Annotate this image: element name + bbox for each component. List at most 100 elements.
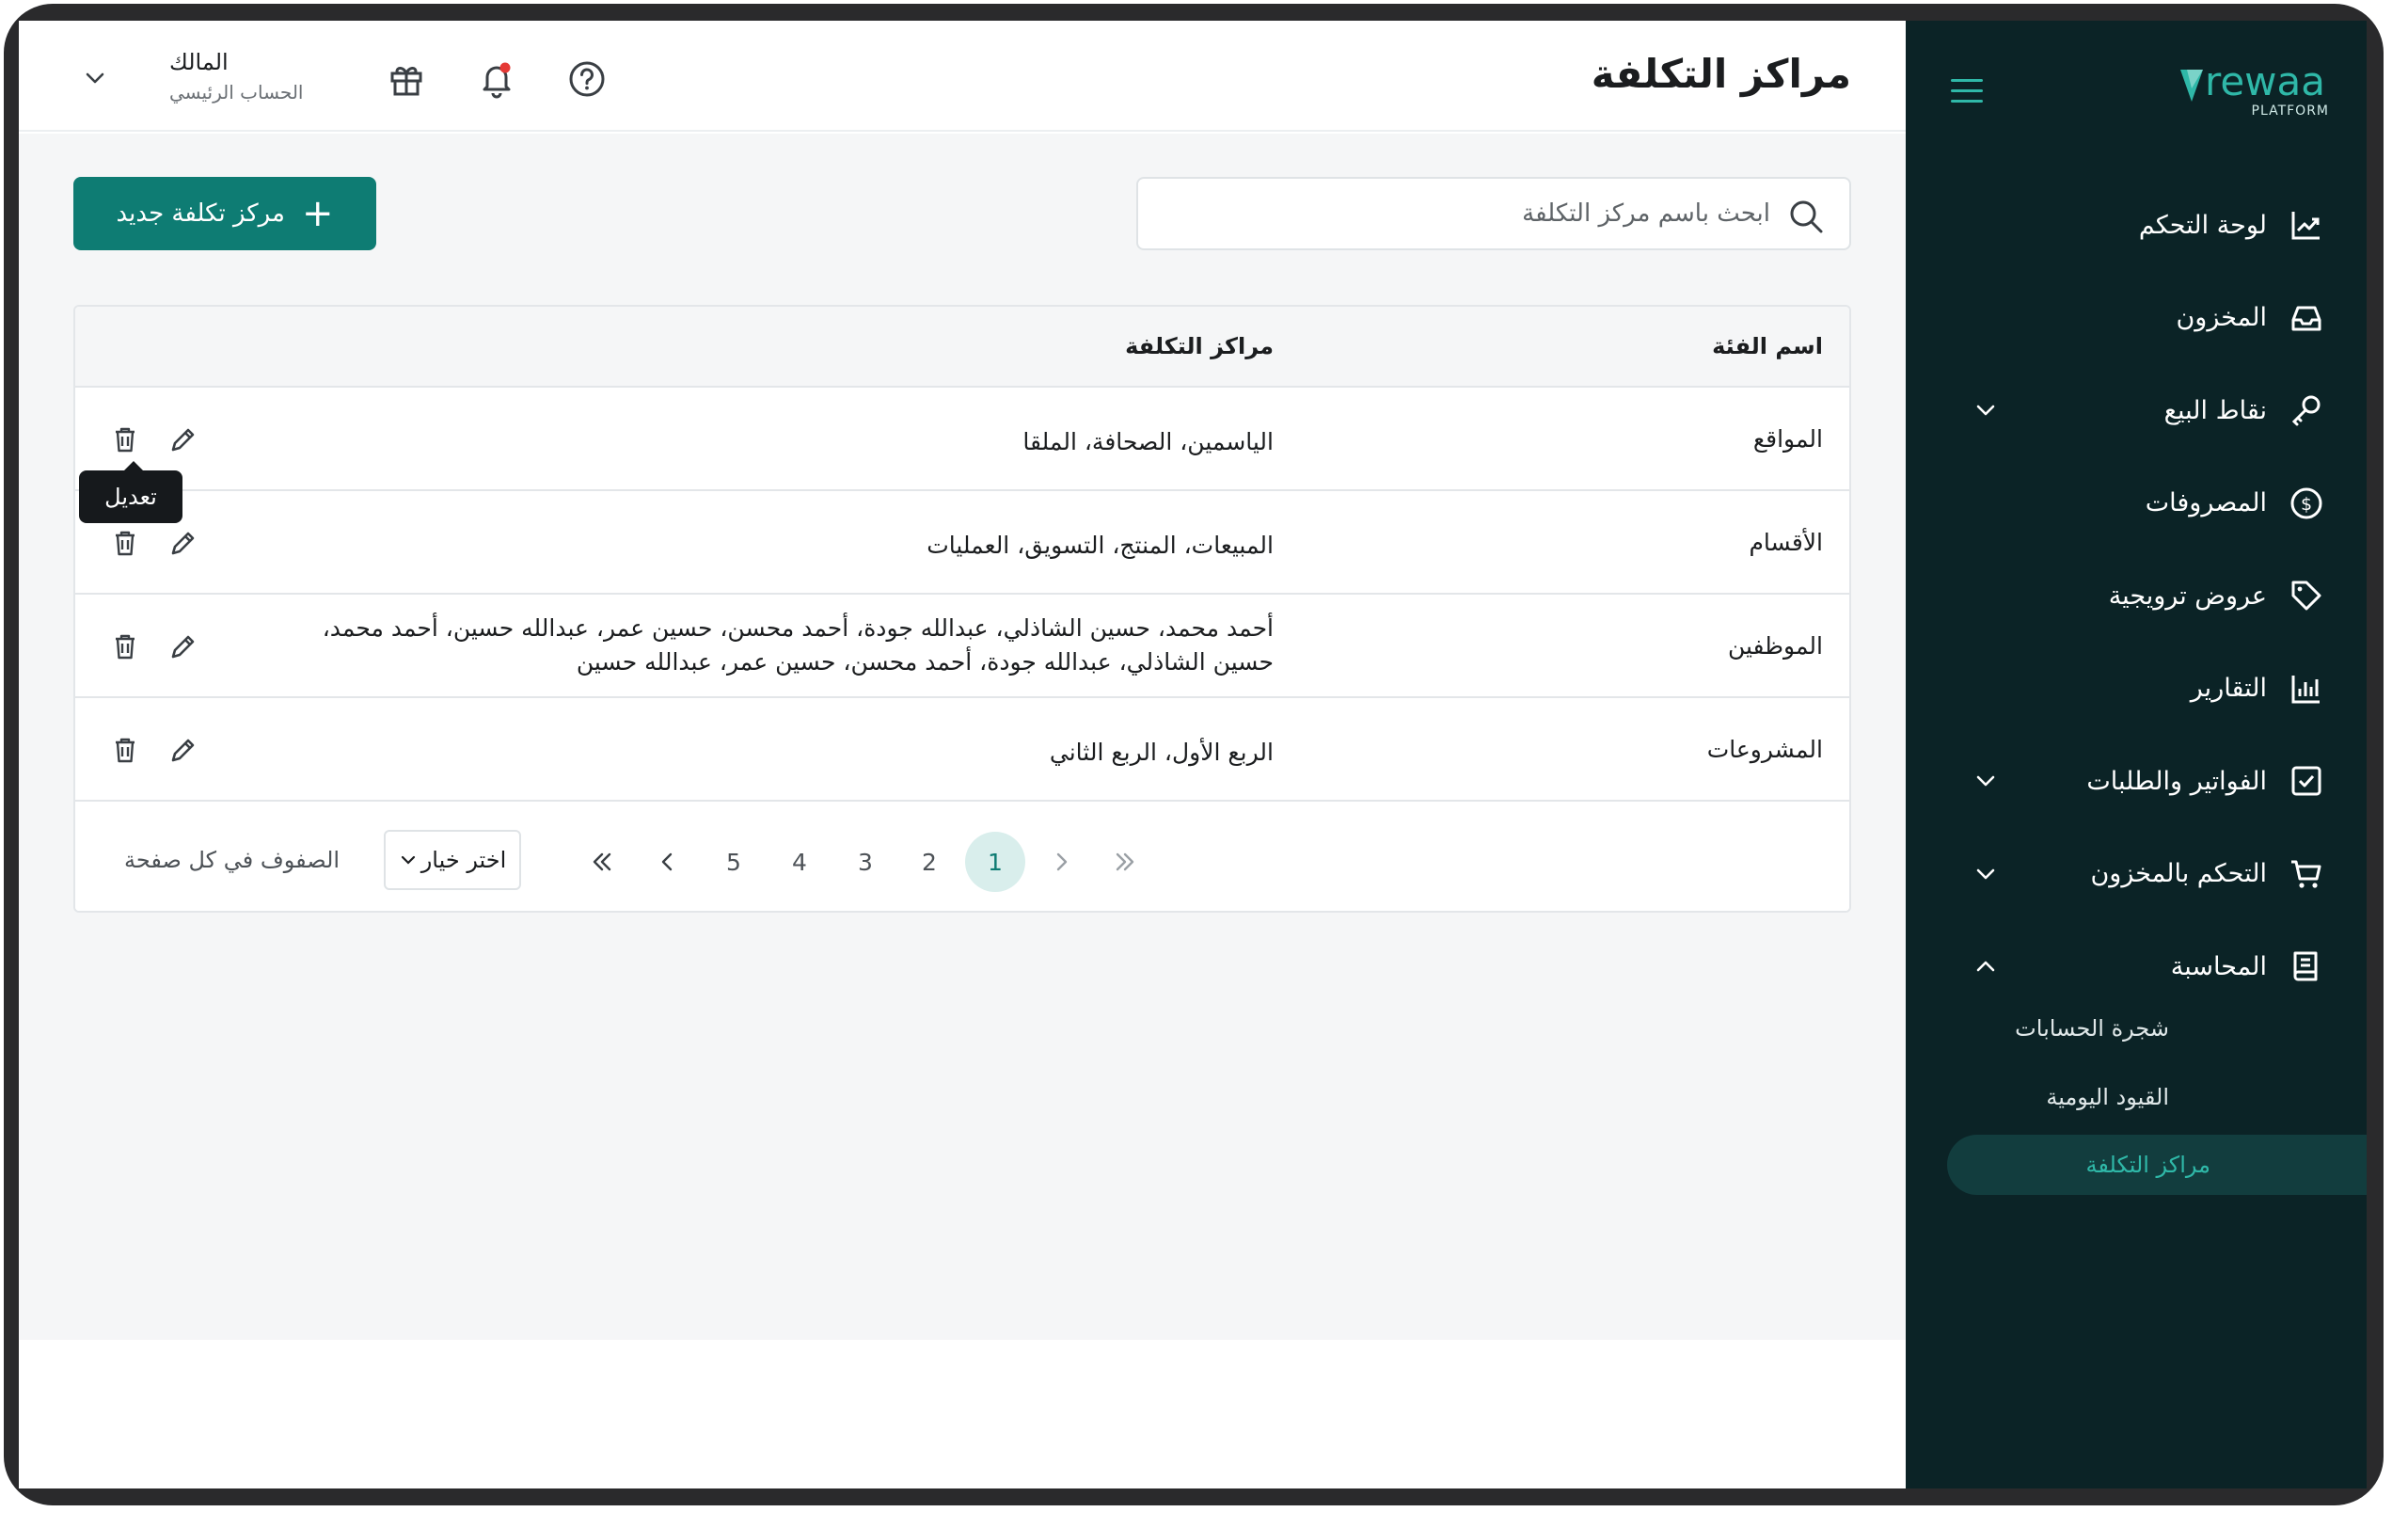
search-box[interactable]	[1136, 177, 1851, 250]
user-account[interactable]: المالك الحساب الرئيسي	[169, 49, 320, 103]
screen: مراكز التكلفة المالك الحساب الرئيسي ابحث…	[19, 21, 2367, 1488]
row-category: المواقع	[1752, 425, 1823, 453]
bottom-area	[19, 1340, 1906, 1488]
gift-icon[interactable]	[386, 58, 427, 100]
table-row: الأقسام المبيعات، المنتج، التسويق، العمل…	[75, 491, 1849, 595]
content-area: + مركز تكلفة جديد اسم الفئة مراكز التكلف…	[19, 134, 1906, 1340]
header-centers: مراكز التكلفة	[1125, 333, 1274, 359]
delete-trash-icon[interactable]	[109, 734, 141, 766]
top-bar: مراكز التكلفة المالك الحساب الرئيسي	[19, 21, 1906, 132]
logo: rewaa PLATFORM	[2178, 58, 2329, 122]
user-role: الحساب الرئيسي	[169, 81, 304, 103]
page-title: مراكز التكلفة	[1591, 51, 1851, 97]
row-category: الموظفين	[1727, 632, 1823, 660]
double-chevron-left-icon	[593, 852, 611, 871]
cost-centers-table: اسم الفئة مراكز التكلفة المواقع الياسمين…	[73, 305, 1851, 913]
sidebar-item-label: المصروفات	[2145, 488, 2267, 518]
svg-text:$: $	[2301, 494, 2312, 515]
accounting-subnav: شجرة الحسابات القيود اليومية مراكز التكل…	[1906, 994, 2367, 1195]
row-centers: المبيعات، المنتج، التسويق، العمليات	[927, 532, 1274, 559]
sidebar-subitem-journal-entries[interactable]: القيود اليومية	[1906, 1062, 2367, 1131]
plus-icon: +	[301, 192, 334, 235]
tag-icon	[2291, 581, 2321, 611]
delete-trash-icon[interactable]	[109, 630, 141, 662]
new-cost-center-button[interactable]: + مركز تكلفة جديد	[73, 177, 376, 250]
sidebar-item-pos[interactable]: نقاط البيع	[1906, 364, 2367, 457]
page-5-button[interactable]: 5	[704, 832, 764, 892]
chevron-down-icon[interactable]	[83, 66, 107, 90]
sidebar-item-invoices[interactable]: الفواتير والطلبات	[1906, 735, 2367, 828]
rows-per-page-label: الصفوف في كل صفحة	[124, 847, 341, 873]
sidebar-subitem-cost-centers[interactable]: مراكز التكلفة	[1947, 1135, 2367, 1195]
pagination: الصفوف في كل صفحة اختر خيار 5 4 3 2 1	[75, 805, 1849, 911]
inbox-tray-icon	[2291, 306, 2321, 331]
header-category: اسم الفئة	[1712, 333, 1823, 359]
sidebar-item-reports[interactable]: التقارير	[1906, 643, 2367, 736]
new-cost-center-label: مركز تكلفة جديد	[116, 199, 285, 228]
select-label: اختر خيار	[420, 847, 507, 873]
sidebar-item-label: التحكم بالمخزون	[2090, 859, 2267, 889]
sidebar-item-expenses[interactable]: $ المصروفات	[1906, 457, 2367, 550]
next-page-button[interactable]	[1031, 832, 1091, 892]
table-header: اسم الفئة مراكز التكلفة	[75, 307, 1849, 388]
row-centers: الربع الأول، الربع الثاني	[1049, 739, 1274, 766]
chevron-down-icon	[1976, 775, 1995, 787]
sidebar-nav: لوحة التحكم المخزون نقاط البيع $ المصروف…	[1906, 179, 2367, 1013]
sidebar-item-label: الفواتير والطلبات	[2086, 766, 2267, 796]
rows-per-page-select[interactable]: اختر خيار	[384, 830, 521, 890]
dollar-circle-icon: $	[2290, 487, 2322, 519]
edit-pencil-icon[interactable]	[167, 423, 199, 455]
chevron-left-icon	[661, 852, 673, 871]
user-name: المالك	[169, 49, 229, 75]
page-1-button[interactable]: 1	[965, 832, 1025, 892]
prev-page-button[interactable]	[638, 832, 698, 892]
check-square-icon	[2291, 766, 2321, 796]
chevron-down-icon	[1976, 868, 1995, 879]
sidebar-item-promotions[interactable]: عروض ترويجية	[1906, 549, 2367, 643]
chevron-up-icon	[1976, 961, 1995, 972]
sidebar-item-label: التقارير	[2190, 674, 2267, 704]
edit-pencil-icon[interactable]	[167, 630, 199, 662]
table-row: الموظفين أحمد محمد، حسين الشاذلي، عبدالل…	[75, 595, 1849, 698]
cart-icon	[2291, 860, 2321, 888]
help-icon[interactable]	[566, 58, 608, 100]
sidebar-item-label: عروض ترويجية	[2108, 581, 2267, 611]
sidebar-item-label: المحاسبة	[2170, 951, 2267, 981]
sidebar-item-inventory[interactable]: المخزون	[1906, 272, 2367, 365]
sidebar-item-dashboard[interactable]: لوحة التحكم	[1906, 179, 2367, 272]
sidebar-subitem-chart-of-accounts[interactable]: شجرة الحسابات	[1906, 994, 2367, 1062]
chevron-right-icon	[1056, 852, 1068, 871]
pos-key-icon	[2291, 395, 2321, 426]
menu-toggle-icon[interactable]	[1951, 79, 1983, 107]
row-centers: أحمد محمد، حسين الشاذلي، عبدالله جودة، أ…	[322, 614, 1274, 676]
sidebar: rewaa PLATFORM لوحة التحكم المخزون نقاط …	[1906, 21, 2367, 1488]
page-3-button[interactable]: 3	[835, 832, 895, 892]
row-category: الأقسام	[1749, 529, 1823, 556]
row-category: المشروعات	[1706, 736, 1823, 763]
notification-bell-icon[interactable]	[476, 58, 517, 100]
rewaa-logo-icon	[2180, 70, 2203, 102]
chevron-down-icon	[401, 855, 415, 865]
first-page-button[interactable]	[572, 832, 632, 892]
sidebar-item-stock-control[interactable]: التحكم بالمخزون	[1906, 828, 2367, 921]
row-centers: الياسمين، الصحافة، الملقا	[1022, 428, 1274, 455]
sidebar-item-label: نقاط البيع	[2163, 395, 2267, 425]
edit-pencil-icon[interactable]	[167, 527, 199, 559]
page-4-button[interactable]: 4	[769, 832, 830, 892]
sidebar-item-label: المخزون	[2176, 303, 2267, 333]
page-2-button[interactable]: 2	[899, 832, 959, 892]
search-input[interactable]	[1168, 179, 1770, 248]
edit-tooltip: تعديل	[79, 461, 182, 523]
delete-trash-icon[interactable]	[109, 527, 141, 559]
edit-pencil-icon[interactable]	[167, 734, 199, 766]
double-chevron-right-icon	[1116, 852, 1134, 871]
device-frame: مراكز التكلفة المالك الحساب الرئيسي ابحث…	[4, 4, 2384, 1505]
delete-trash-icon[interactable]	[109, 423, 141, 455]
brand-sub: PLATFORM	[2251, 103, 2329, 119]
sidebar-item-label: لوحة التحكم	[2138, 210, 2267, 240]
search-icon	[1790, 200, 1823, 233]
chevron-down-icon	[1976, 405, 1995, 416]
last-page-button[interactable]	[1095, 832, 1155, 892]
brand-name: rewaa	[2205, 58, 2326, 104]
bar-chart-icon	[2291, 675, 2320, 704]
